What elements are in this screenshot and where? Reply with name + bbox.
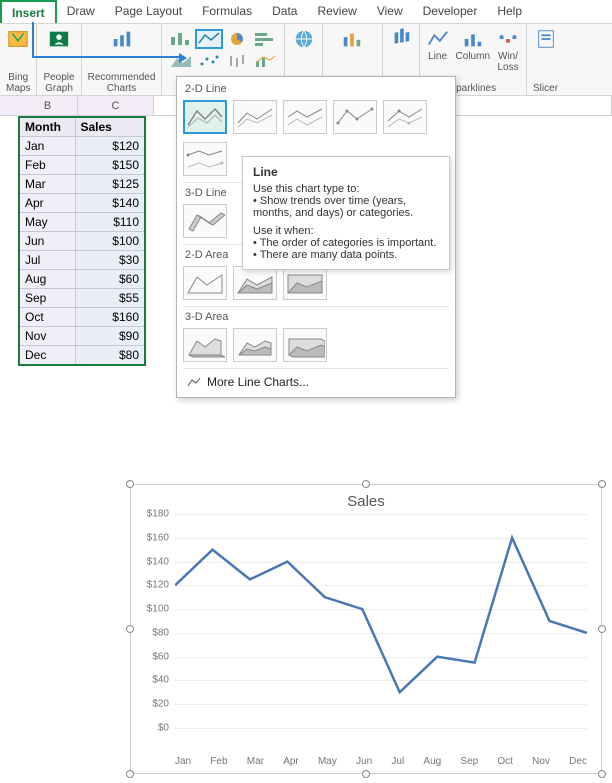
sparkline-winloss[interactable]: Win/ Loss — [496, 27, 520, 73]
table-row[interactable]: Nov$90 — [19, 327, 145, 346]
chart-line-100stacked-markers[interactable] — [183, 142, 227, 176]
x-axis: JanFebMarAprMayJunJulAugSepOctNovDec — [175, 756, 587, 767]
table-row[interactable]: Aug$60 — [19, 270, 145, 289]
resize-handle[interactable] — [126, 480, 134, 488]
sparkline-winloss-icon — [496, 27, 520, 51]
gallery-section-3d-area: 3-D Area — [183, 306, 449, 326]
table-row[interactable]: Jan$120 — [19, 137, 145, 156]
arrow-1 — [32, 22, 34, 56]
tab-view[interactable]: View — [367, 0, 413, 23]
slicer-icon — [534, 27, 558, 51]
tab-help[interactable]: Help — [487, 0, 532, 23]
recommended-charts-icon — [110, 27, 134, 51]
colhead-b[interactable]: B — [18, 96, 78, 115]
chart-type-bar[interactable] — [252, 30, 278, 48]
plot-area[interactable]: $0$20$40$60$80$100$120$140$160$180 — [175, 514, 587, 728]
chart-type-combo[interactable] — [252, 52, 278, 70]
chart-type-scatter[interactable] — [196, 52, 222, 70]
header-month: Month — [19, 117, 75, 137]
chart-title[interactable]: Sales — [131, 485, 601, 514]
chart-3d-area[interactable] — [183, 328, 227, 362]
slicer-button[interactable]: Slicer — [527, 24, 564, 95]
table-row[interactable]: Sep$55 — [19, 289, 145, 308]
resize-handle[interactable] — [362, 770, 370, 778]
3d-map-icon — [389, 27, 413, 51]
tab-pagelayout[interactable]: Page Layout — [105, 0, 192, 23]
chart-type-pie[interactable] — [224, 30, 250, 48]
table-row[interactable]: Jul$30 — [19, 251, 145, 270]
chart-type-stock[interactable] — [224, 52, 250, 70]
arrow-1b — [32, 56, 180, 58]
table-row[interactable]: Feb$150 — [19, 156, 145, 175]
more-line-charts[interactable]: More Line Charts... — [183, 368, 449, 391]
colhead-c[interactable]: C — [78, 96, 154, 115]
chart-tooltip: Line Use this chart type to: • Show tren… — [242, 156, 450, 270]
arrow-1-head — [179, 53, 187, 63]
resize-handle[interactable] — [598, 480, 606, 488]
tab-data[interactable]: Data — [262, 0, 307, 23]
table-row[interactable]: May$110 — [19, 213, 145, 232]
chart-line-basic[interactable] — [183, 100, 227, 134]
chart-type-column[interactable] — [168, 30, 194, 48]
chart-line-100stacked[interactable] — [283, 100, 327, 134]
table-row[interactable]: Mar$125 — [19, 175, 145, 194]
table-row[interactable]: Oct$160 — [19, 308, 145, 327]
ribbon-tabs: Insert Draw Page Layout Formulas Data Re… — [0, 0, 612, 24]
sparkline-column-icon — [461, 27, 485, 51]
chart-area-stacked[interactable] — [233, 266, 277, 300]
gallery-section-2d-line: 2-D Line — [183, 81, 449, 98]
chart-area-100stacked[interactable] — [283, 266, 327, 300]
chart-area[interactable] — [183, 266, 227, 300]
pivotchart-icon — [340, 27, 364, 51]
chart-3d-area-100stacked[interactable] — [283, 328, 327, 362]
resize-handle[interactable] — [126, 770, 134, 778]
embedded-chart[interactable]: Sales $0$20$40$60$80$100$120$140$160$180… — [130, 484, 602, 774]
tab-formulas[interactable]: Formulas — [192, 0, 262, 23]
chart-line-stacked[interactable] — [233, 100, 277, 134]
people-graph-button[interactable]: People Graph — [37, 24, 81, 95]
resize-handle[interactable] — [362, 480, 370, 488]
tab-insert[interactable]: Insert — [0, 0, 57, 23]
data-table[interactable]: MonthSales Jan$120 Feb$150 Mar$125 Apr$1… — [18, 116, 146, 366]
table-row[interactable]: Dec$80 — [19, 346, 145, 366]
resize-handle[interactable] — [598, 625, 606, 633]
resize-handle[interactable] — [126, 625, 134, 633]
globe-icon — [292, 27, 316, 51]
bing-maps-icon — [6, 27, 30, 51]
table-row[interactable]: Apr$140 — [19, 194, 145, 213]
resize-handle[interactable] — [598, 770, 606, 778]
chart-line-markers[interactable] — [333, 100, 377, 134]
tab-review[interactable]: Review — [307, 0, 366, 23]
tab-draw[interactable]: Draw — [57, 0, 105, 23]
table-row[interactable]: Jun$100 — [19, 232, 145, 251]
chart-line-stacked-markers[interactable] — [383, 100, 427, 134]
header-sales: Sales — [75, 117, 145, 137]
people-graph-icon — [47, 27, 71, 51]
tab-developer[interactable]: Developer — [413, 0, 488, 23]
recommended-charts-button[interactable]: Recommended Charts — [82, 24, 163, 95]
chart-3d-area-stacked[interactable] — [233, 328, 277, 362]
sparkline-line[interactable]: Line — [426, 27, 450, 73]
line-chart-small-icon — [187, 375, 201, 389]
sparkline-column[interactable]: Column — [456, 27, 490, 73]
sparkline-line-icon — [426, 27, 450, 51]
chart-type-line-dropdown[interactable] — [196, 30, 222, 48]
chart-3d-line[interactable] — [183, 204, 227, 238]
